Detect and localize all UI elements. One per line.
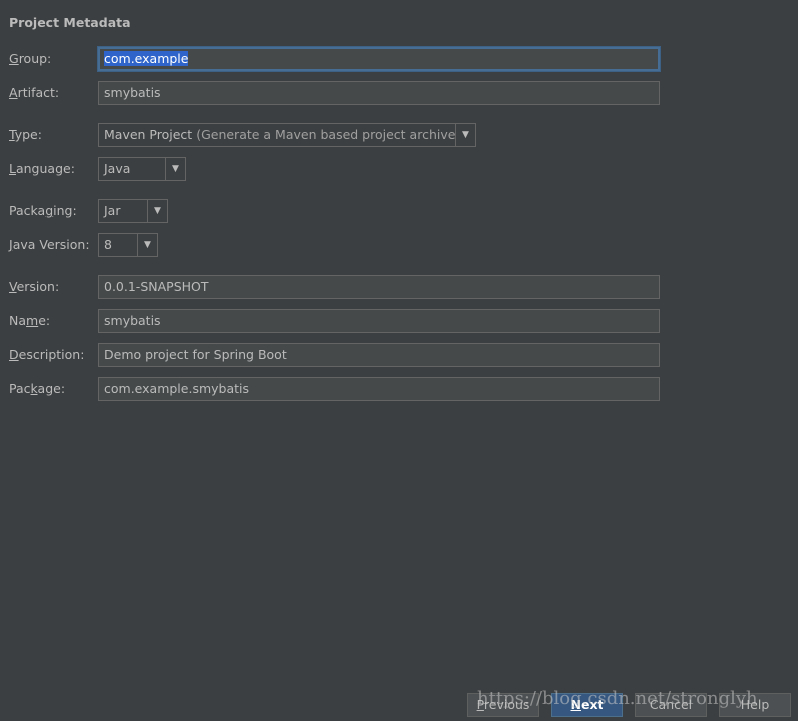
- type-dropdown[interactable]: Maven Project (Generate a Maven based pr…: [98, 123, 476, 147]
- help-button[interactable]: Help: [719, 693, 791, 717]
- java-version-label: Java Version:: [9, 237, 90, 252]
- package-label: Package:: [9, 381, 66, 396]
- cancel-button[interactable]: Cancel: [635, 693, 707, 717]
- packaging-value: Jar: [104, 203, 121, 218]
- description-label: Description:: [9, 347, 85, 362]
- artifact-label: Artifact:: [9, 85, 60, 100]
- name-input[interactable]: smybatis: [98, 309, 660, 333]
- group-label: Group:: [9, 51, 52, 66]
- chevron-down-icon[interactable]: ▼: [147, 200, 167, 222]
- section-title: Project Metadata: [9, 15, 131, 30]
- group-input[interactable]: com.example: [98, 47, 660, 71]
- next-button[interactable]: Next: [551, 693, 623, 717]
- version-label: Version:: [9, 279, 60, 294]
- chevron-down-icon[interactable]: ▼: [165, 158, 185, 180]
- type-label: Type:: [9, 127, 42, 142]
- version-input[interactable]: 0.0.1-SNAPSHOT: [98, 275, 660, 299]
- artifact-input[interactable]: smybatis: [98, 81, 660, 105]
- language-value: Java: [104, 161, 131, 176]
- language-label: Language:: [9, 161, 75, 176]
- description-input[interactable]: Demo project for Spring Boot: [98, 343, 660, 367]
- language-dropdown[interactable]: Java ▼: [98, 157, 186, 181]
- type-value: Maven Project (Generate a Maven based pr…: [104, 127, 455, 142]
- name-label: Name:: [9, 313, 51, 328]
- chevron-down-icon[interactable]: ▼: [455, 124, 475, 146]
- packaging-dropdown[interactable]: Jar ▼: [98, 199, 168, 223]
- chevron-down-icon[interactable]: ▼: [137, 234, 157, 256]
- packaging-label: Packaging:: [9, 203, 77, 218]
- previous-button[interactable]: Previous: [467, 693, 539, 717]
- package-input[interactable]: com.example.smybatis: [98, 377, 660, 401]
- java-version-dropdown[interactable]: 8 ▼: [98, 233, 158, 257]
- java-version-value: 8: [104, 237, 112, 252]
- group-value: com.example: [104, 51, 189, 66]
